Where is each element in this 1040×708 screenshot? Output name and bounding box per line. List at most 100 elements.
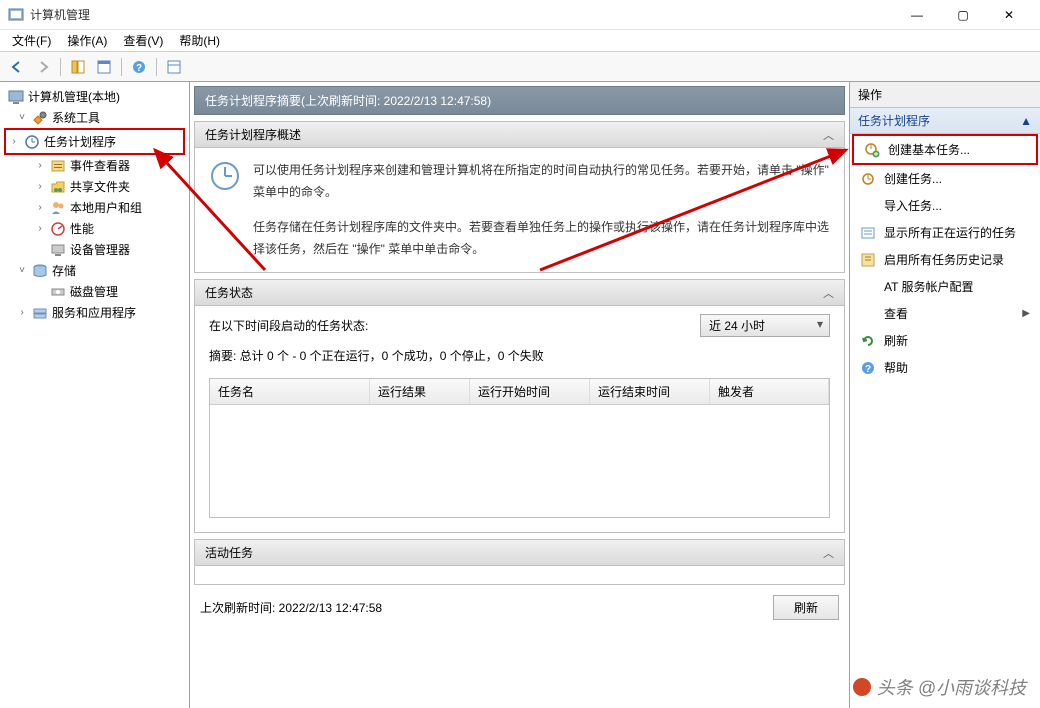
overview-text-1: 可以使用任务计划程序来创建和管理计算机将在所指定的时间自动执行的常见任务。若要开… (253, 160, 830, 203)
task-add-icon (860, 171, 876, 187)
watermark-icon (853, 678, 871, 696)
tree-task-scheduler[interactable]: › 任务计划程序 (8, 131, 181, 152)
menu-file[interactable]: 文件(F) (4, 30, 59, 51)
chevron-right-icon: › (8, 136, 20, 147)
svg-text:?: ? (136, 63, 142, 74)
tree-event-viewer[interactable]: › 事件查看器 (2, 155, 187, 176)
shared-folder-icon (50, 179, 66, 195)
app-icon (8, 7, 24, 23)
device-icon (50, 242, 66, 258)
highlight-create-basic: 创建基本任务... (852, 134, 1038, 165)
refresh-icon (860, 333, 876, 349)
chevron-right-icon: › (34, 223, 46, 234)
help-button[interactable]: ? (128, 56, 150, 78)
help-icon: ? (860, 360, 876, 376)
clock-icon (24, 134, 40, 150)
action-enable-history[interactable]: 启用所有任务历史记录 (850, 246, 1040, 273)
action-show-running[interactable]: 显示所有正在运行的任务 (850, 219, 1040, 246)
chevron-down-icon: ˅ (16, 265, 28, 276)
actions-pane: 操作 任务计划程序 ▲ 创建基本任务... 创建任务... 导入任务... 显示… (850, 82, 1040, 708)
users-icon (50, 200, 66, 216)
actions-group-title: 任务计划程序 ▲ (850, 108, 1040, 134)
list-icon (860, 225, 876, 241)
tree-services-apps[interactable]: › 服务和应用程序 (2, 302, 187, 323)
tools-icon (32, 110, 48, 126)
chevron-right-icon: › (16, 307, 28, 318)
tree-performance[interactable]: › 性能 (2, 218, 187, 239)
summary-header: 任务计划程序摘要(上次刷新时间: 2022/2/13 12:47:58) (194, 86, 845, 115)
status-range-select[interactable]: 近 24 小时 (700, 314, 830, 337)
tree-root[interactable]: 计算机管理(本地) (2, 86, 187, 107)
menu-view[interactable]: 查看(V) (115, 30, 171, 51)
status-summary: 摘要: 总计 0 个 - 0 个正在运行，0 个成功，0 个停止，0 个失败 (195, 341, 844, 378)
col-run-end[interactable]: 运行结束时间 (590, 379, 710, 404)
action-help[interactable]: ? 帮助 (850, 354, 1040, 381)
forward-button[interactable] (32, 56, 54, 78)
history-icon (860, 252, 876, 268)
computer-icon (8, 89, 24, 105)
status-header[interactable]: 任务状态 ︿ (195, 280, 844, 306)
tree-storage[interactable]: ˅ 存储 (2, 260, 187, 281)
status-section: 任务状态 ︿ 在以下时间段启动的任务状态: 近 24 小时 摘要: 总计 0 个… (194, 279, 845, 533)
close-button[interactable]: ✕ (986, 0, 1032, 30)
services-icon (32, 305, 48, 321)
collapse-icon: ︿ (823, 127, 834, 143)
highlight-task-scheduler: › 任务计划程序 (4, 128, 185, 155)
refresh-button[interactable]: 刷新 (773, 595, 839, 620)
disk-icon (50, 284, 66, 300)
maximize-button[interactable]: ▢ (940, 0, 986, 30)
tree-device-manager[interactable]: › 设备管理器 (2, 239, 187, 260)
chevron-right-icon: ▶ (1022, 308, 1030, 319)
collapse-icon: ︿ (823, 545, 834, 561)
collapse-icon: ︿ (823, 285, 834, 301)
col-trigger[interactable]: 触发者 (710, 379, 829, 404)
action-create-task[interactable]: 创建任务... (850, 165, 1040, 192)
menu-action[interactable]: 操作(A) (59, 30, 115, 51)
clock-large-icon (209, 160, 241, 192)
chevron-right-icon: › (34, 160, 46, 171)
show-hide-tree-button[interactable] (67, 56, 89, 78)
toolbar: ? (0, 52, 1040, 82)
event-viewer-icon (50, 158, 66, 174)
action-import-task[interactable]: 导入任务... (850, 192, 1040, 219)
action-view[interactable]: 查看 ▶ (850, 300, 1040, 327)
menu-help[interactable]: 帮助(H) (171, 30, 228, 51)
chevron-right-icon: › (34, 181, 46, 192)
action-at-service[interactable]: AT 服务帐户配置 (850, 273, 1040, 300)
tree-system-tools[interactable]: ˅ 系统工具 (2, 107, 187, 128)
content-pane: 任务计划程序摘要(上次刷新时间: 2022/2/13 12:47:58) 任务计… (190, 82, 850, 708)
overview-section: 任务计划程序概述 ︿ 可以使用任务计划程序来创建和管理计算机将在所指定的时间自动… (194, 121, 845, 273)
active-tasks-section: 活动任务 ︿ (194, 539, 845, 585)
svg-text:?: ? (865, 364, 871, 375)
extra-tool-button[interactable] (163, 56, 185, 78)
overview-text-2: 任务存储在任务计划程序库的文件夹中。若要查看单独任务上的操作或执行该操作，请在任… (253, 217, 830, 260)
performance-icon (50, 221, 66, 237)
back-button[interactable] (6, 56, 28, 78)
last-refresh-label: 上次刷新时间: 2022/2/13 12:47:58 (200, 599, 382, 616)
col-run-start[interactable]: 运行开始时间 (470, 379, 590, 404)
chevron-down-icon: ˅ (16, 112, 28, 123)
action-create-basic-task[interactable]: 创建基本任务... (854, 136, 1036, 163)
window-title: 计算机管理 (30, 6, 894, 23)
status-range-label: 在以下时间段启动的任务状态: (209, 317, 368, 334)
menu-bar: 文件(F) 操作(A) 查看(V) 帮助(H) (0, 30, 1040, 52)
properties-button[interactable] (93, 56, 115, 78)
watermark: 头条 @小雨谈科技 (853, 674, 1026, 700)
tree-local-users[interactable]: › 本地用户和组 (2, 197, 187, 218)
action-refresh[interactable]: 刷新 (850, 327, 1040, 354)
chevron-right-icon: › (34, 202, 46, 213)
clock-add-icon (864, 142, 880, 158)
active-tasks-header[interactable]: 活动任务 ︿ (195, 540, 844, 566)
task-table: 任务名 运行结果 运行开始时间 运行结束时间 触发者 (209, 378, 830, 518)
col-run-result[interactable]: 运行结果 (370, 379, 470, 404)
tree-disk-management[interactable]: › 磁盘管理 (2, 281, 187, 302)
overview-header[interactable]: 任务计划程序概述 ︿ (195, 122, 844, 148)
tree-pane: 计算机管理(本地) ˅ 系统工具 › 任务计划程序 › 事件查看器 › 共享文件… (0, 82, 190, 708)
actions-pane-title: 操作 (850, 82, 1040, 108)
minimize-button[interactable]: — (894, 0, 940, 30)
col-task-name[interactable]: 任务名 (210, 379, 370, 404)
storage-icon (32, 263, 48, 279)
collapse-icon: ▲ (1020, 114, 1032, 128)
title-bar: 计算机管理 — ▢ ✕ (0, 0, 1040, 30)
tree-shared-folders[interactable]: › 共享文件夹 (2, 176, 187, 197)
